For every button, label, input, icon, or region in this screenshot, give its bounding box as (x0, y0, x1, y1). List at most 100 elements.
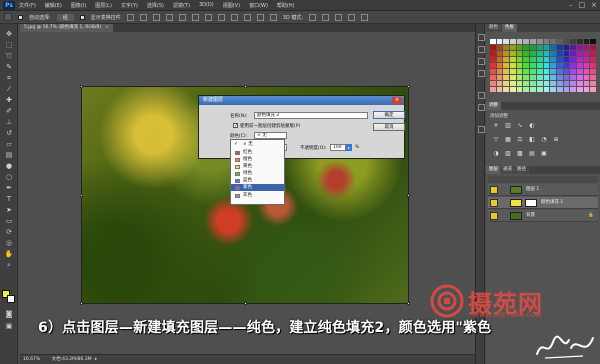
swatch-cell[interactable] (503, 87, 510, 92)
tab-paths[interactable]: 路径 (514, 166, 529, 174)
swatch-cell[interactable] (543, 51, 550, 56)
swatch-cell[interactable] (496, 45, 503, 50)
selective-color-icon[interactable]: ▣ (540, 150, 548, 158)
hue-saturation-icon[interactable]: ▦ (504, 136, 512, 144)
swatch-cell[interactable] (563, 57, 570, 62)
swatch-cell[interactable] (550, 69, 556, 74)
hand-tool-icon[interactable]: ✋ (4, 250, 14, 259)
swatch-cell[interactable] (490, 39, 496, 44)
gradient-map-icon[interactable]: ▤ (528, 150, 536, 158)
swatch-cell[interactable] (510, 57, 516, 62)
swatch-cell[interactable] (590, 39, 596, 44)
healing-brush-tool-icon[interactable]: ✚ (4, 96, 14, 105)
brush-panel-icon[interactable] (478, 92, 485, 99)
distribute-center-icon[interactable] (256, 13, 264, 21)
menu-layer[interactable]: 图层(L) (95, 2, 112, 9)
swatch-cell[interactable] (570, 57, 576, 62)
swatch-cell[interactable] (576, 63, 583, 68)
swatch-cell[interactable] (530, 57, 536, 62)
3d-rotate-tool-icon[interactable]: ⟳ (4, 228, 14, 237)
swatch-cell[interactable] (563, 75, 570, 80)
move-tool-icon[interactable]: ✥ (4, 30, 14, 39)
swatch-cell[interactable] (556, 57, 563, 62)
swatch-cell[interactable] (556, 39, 563, 44)
visibility-eye-icon[interactable] (490, 212, 498, 220)
history-brush-tool-icon[interactable]: ↺ (4, 129, 14, 138)
menu-view[interactable]: 视图(V) (223, 2, 240, 9)
type-tool-icon[interactable]: T (4, 195, 14, 204)
lasso-tool-icon[interactable]: ➰ (4, 52, 14, 61)
color-select[interactable]: × 无 (254, 132, 287, 139)
distribute-right-icon[interactable] (269, 13, 277, 21)
swatch-cell[interactable] (516, 45, 523, 50)
3d-roll-icon[interactable] (322, 13, 330, 21)
swatch-cell[interactable] (583, 39, 590, 44)
swatch-cell[interactable] (516, 69, 523, 74)
swatch-cell[interactable] (516, 63, 523, 68)
menu-image[interactable]: 图像(I) (71, 2, 86, 9)
menu-help[interactable]: 帮助(H) (277, 2, 295, 9)
swatch-cell[interactable] (523, 45, 530, 50)
swatch-cell[interactable] (570, 63, 576, 68)
swatch-cell[interactable] (523, 87, 530, 92)
swatch-cell[interactable] (523, 51, 530, 56)
swatch-cell[interactable] (590, 57, 596, 62)
swatch-cell[interactable] (490, 87, 496, 92)
align-top-icon[interactable] (126, 13, 134, 21)
menu-type[interactable]: 文字(Y) (121, 2, 138, 9)
clone-stamp-tool-icon[interactable]: ⊥ (4, 118, 14, 127)
swatch-cell[interactable] (516, 39, 523, 44)
swatch-cell[interactable] (583, 87, 590, 92)
swatch-cell[interactable] (536, 75, 543, 80)
swatch-cell[interactable] (496, 75, 503, 80)
swatch-cell[interactable] (503, 75, 510, 80)
3d-scale-icon[interactable] (361, 13, 369, 21)
document-tab-close-icon[interactable]: × (105, 25, 109, 30)
distribute-middle-icon[interactable] (217, 13, 225, 21)
black-white-icon[interactable]: ◧ (528, 136, 536, 144)
tab-adjustments[interactable]: 调整 (486, 102, 501, 110)
swatch-cell[interactable] (550, 51, 556, 56)
swatch-cell[interactable] (510, 87, 516, 92)
swatch-cell[interactable] (510, 51, 516, 56)
swatch-cell[interactable] (583, 75, 590, 80)
color-option-violet[interactable]: 紫色 (231, 184, 284, 192)
swatch-cell[interactable] (576, 45, 583, 50)
swatch-cell[interactable] (536, 69, 543, 74)
swatch-cell[interactable] (583, 51, 590, 56)
align-left-icon[interactable] (165, 13, 173, 21)
swatch-cell[interactable] (523, 69, 530, 74)
screen-mode-icon[interactable]: ▣ (4, 322, 14, 331)
close-window-icon[interactable]: × (591, 1, 597, 9)
swatch-cell[interactable] (570, 75, 576, 80)
swatch-cell[interactable] (590, 51, 596, 56)
swatch-cell[interactable] (496, 81, 503, 86)
transform-handle[interactable] (80, 194, 83, 197)
path-select-tool-icon[interactable]: ➤ (4, 206, 14, 215)
distribute-top-icon[interactable] (204, 13, 212, 21)
swatch-cell[interactable] (503, 51, 510, 56)
visibility-eye-icon[interactable] (490, 186, 498, 194)
swatch-cell[interactable] (570, 69, 576, 74)
menu-filter[interactable]: 滤镜(T) (173, 2, 190, 9)
swatch-cell[interactable] (510, 45, 516, 50)
dialog-close-button[interactable]: × (392, 97, 402, 104)
tab-color[interactable]: 颜色 (486, 24, 501, 32)
swatch-cell[interactable] (490, 81, 496, 86)
swatch-cell[interactable] (536, 63, 543, 68)
swatch-cell[interactable] (550, 75, 556, 80)
swatch-cell[interactable] (576, 81, 583, 86)
swatch-cell[interactable] (496, 69, 503, 74)
history-panel-icon[interactable] (478, 34, 485, 41)
swatch-cell[interactable] (496, 87, 503, 92)
swatch-cell[interactable] (563, 51, 570, 56)
swatch-cell[interactable] (510, 39, 516, 44)
photo-filter-icon[interactable]: ◔ (540, 136, 548, 144)
swatch-cell[interactable] (490, 45, 496, 50)
swatch-cell[interactable] (556, 75, 563, 80)
dodge-tool-icon[interactable]: ○ (4, 173, 14, 182)
tab-layers[interactable]: 图层 (486, 166, 501, 174)
swatch-cell[interactable] (536, 39, 543, 44)
swatch-cell[interactable] (550, 87, 556, 92)
swatch-cell[interactable] (590, 81, 596, 86)
